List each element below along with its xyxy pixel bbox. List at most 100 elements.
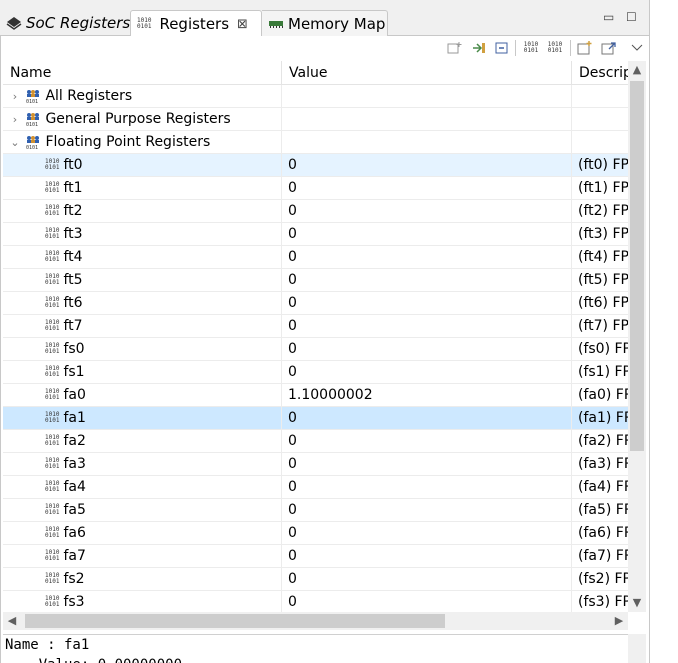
close-icon[interactable]: ⊠	[237, 17, 248, 32]
register-row[interactable]: 1010 0101 fa1 0 (fa1) FP	[3, 407, 628, 430]
register-row[interactable]: 1010 0101 fa3 0 (fa3) FP	[3, 453, 628, 476]
tab-memory-map[interactable]: Memory Map	[262, 10, 388, 36]
register-icon: 1010 0101	[45, 158, 60, 171]
value-cell	[282, 108, 572, 130]
name-cell: 1010 0101 ft1	[3, 177, 282, 199]
vertical-scrollbar[interactable]: ▲ ▼	[628, 61, 646, 612]
register-row[interactable]: 1010 0101 fa0 1.10000002 (fa0) FP	[3, 384, 628, 407]
register-row[interactable]: 1010 0101 fa7 0 (fa7) FP	[3, 545, 628, 568]
svg-text:0101: 0101	[26, 99, 38, 104]
register-row[interactable]: 1010 0101 ft5 0 (ft5) FP	[3, 269, 628, 292]
chevron-right-icon[interactable]: ›	[9, 86, 21, 107]
register-row[interactable]: 1010 0101 ft6 0 (ft6) FP	[3, 292, 628, 315]
register-name: ft5	[63, 272, 83, 288]
name-cell: 1010 0101 fa3	[3, 453, 282, 475]
column-header-description[interactable]: Description	[572, 61, 628, 85]
register-icon: 1010 0101	[45, 411, 60, 424]
register-row[interactable]: 1010 0101 ft1 0 (ft1) FP	[3, 177, 628, 200]
svg-text:0101: 0101	[26, 145, 38, 150]
collapse-all-icon[interactable]	[493, 40, 511, 56]
scroll-up-icon[interactable]: ▲	[628, 61, 646, 79]
name-cell: 1010 0101 fs0	[3, 338, 282, 360]
tab-soc-registers[interactable]: SoC Registers	[0, 10, 130, 36]
name-cell: 1010 0101 fa1	[3, 407, 282, 429]
register-row[interactable]: 1010 0101 ft4 0 (ft4) FP	[3, 246, 628, 269]
scroll-right-icon[interactable]: ▶	[610, 612, 628, 630]
edit-register-group-icon[interactable]	[470, 40, 488, 56]
register-value[interactable]: 0	[282, 177, 572, 199]
scroll-thumb[interactable]	[25, 614, 445, 628]
register-icon: 1010 0101	[45, 572, 60, 585]
view-menu-icon[interactable]	[628, 40, 646, 56]
register-value[interactable]: 0	[282, 591, 572, 612]
register-value[interactable]: 0	[282, 430, 572, 452]
register-row[interactable]: 1010 0101 fa6 0 (fa6) FP	[3, 522, 628, 545]
register-row[interactable]: 1010 0101 fa4 0 (fa4) FP	[3, 476, 628, 499]
register-value[interactable]: 0	[282, 453, 572, 475]
register-value[interactable]: 0	[282, 361, 572, 383]
register-value[interactable]: 0	[282, 522, 572, 544]
register-details-pane[interactable]: Name : fa1 Value: 0.00000000	[3, 634, 628, 663]
group-label: Floating Point Registers	[45, 134, 211, 150]
register-value[interactable]: 0	[282, 568, 572, 590]
register-value[interactable]: 0	[282, 338, 572, 360]
name-cell: 1010 0101 ft6	[3, 292, 282, 314]
register-group-row[interactable]: › 0101 General Purpose Registers	[3, 108, 628, 131]
register-group-row[interactable]: ⌄ 0101 Floating Point Registers	[3, 131, 628, 154]
register-row[interactable]: 1010 0101 ft7 0 (ft7) FP	[3, 315, 628, 338]
register-value[interactable]: 0	[282, 407, 572, 429]
value-cell	[282, 85, 572, 107]
add-register-group-icon[interactable]	[446, 40, 464, 56]
register-name: ft3	[63, 226, 83, 242]
register-name: ft1	[63, 180, 83, 196]
register-value[interactable]: 0	[282, 154, 572, 176]
register-value[interactable]: 0	[282, 223, 572, 245]
register-value[interactable]: 0	[282, 269, 572, 291]
register-group-row[interactable]: › 0101 All Registers	[3, 85, 628, 108]
register-row[interactable]: 1010 0101 fs1 0 (fs1) FP	[3, 361, 628, 384]
scroll-left-icon[interactable]: ◀	[3, 612, 21, 630]
register-row[interactable]: 1010 0101 fa2 0 (fa2) FP	[3, 430, 628, 453]
register-value[interactable]: 0	[282, 499, 572, 521]
register-row[interactable]: 1010 0101 ft3 0 (ft3) FP	[3, 223, 628, 246]
scroll-down-icon[interactable]: ▼	[628, 594, 646, 612]
register-icon: 1010 0101	[45, 342, 60, 355]
register-name: fs2	[63, 571, 85, 587]
register-value[interactable]: 0	[282, 200, 572, 222]
number-format-icon[interactable]: 1010 0101	[520, 40, 542, 56]
details-scrollbar[interactable]	[628, 634, 646, 663]
minimize-icon[interactable]: ▭	[603, 10, 614, 24]
pin-view-icon[interactable]	[600, 40, 618, 56]
register-row[interactable]: 1010 0101 fs3 0 (fs3) FP	[3, 591, 628, 612]
maximize-icon[interactable]: ☐	[626, 10, 637, 24]
column-header-name[interactable]: Name	[3, 61, 282, 85]
new-view-icon[interactable]	[576, 40, 594, 56]
register-row[interactable]: 1010 0101 fs0 0 (fs0) FP	[3, 338, 628, 361]
register-row[interactable]: 1010 0101 fa5 0 (fa5) FP	[3, 499, 628, 522]
register-name: fs3	[63, 594, 85, 610]
register-icon: 1010 0101	[45, 296, 60, 309]
register-description: (ft2) FP	[578, 203, 628, 219]
register-row[interactable]: 1010 0101 fs2 0 (fs2) FP	[3, 568, 628, 591]
tab-registers[interactable]: 1010 0101 Registers ⊠	[130, 10, 262, 37]
register-value[interactable]: 0	[282, 545, 572, 567]
horizontal-scrollbar[interactable]: ◀ ▶	[3, 612, 628, 630]
register-value[interactable]: 0	[282, 476, 572, 498]
register-value[interactable]: 0	[282, 292, 572, 314]
register-value[interactable]: 0	[282, 315, 572, 337]
chevron-right-icon[interactable]: ›	[9, 109, 21, 130]
register-icon: 1010 0101	[45, 503, 60, 516]
register-description: (fs1) FP	[578, 364, 628, 380]
chevron-down-icon[interactable]: ⌄	[9, 132, 21, 153]
column-header-value[interactable]: Value	[282, 61, 572, 85]
register-row[interactable]: 1010 0101 ft2 0 (ft2) FP	[3, 200, 628, 223]
description-cell	[572, 108, 628, 130]
chip-icon	[6, 16, 22, 30]
register-description: (ft6) FP	[578, 295, 628, 311]
register-name: ft4	[63, 249, 83, 265]
number-format-menu-icon[interactable]: 1010 0101	[544, 40, 566, 56]
scroll-thumb[interactable]	[630, 81, 644, 451]
register-row[interactable]: 1010 0101 ft0 0 (ft0) FP	[3, 154, 628, 177]
register-value[interactable]: 0	[282, 246, 572, 268]
register-value[interactable]: 1.10000002	[282, 384, 572, 406]
